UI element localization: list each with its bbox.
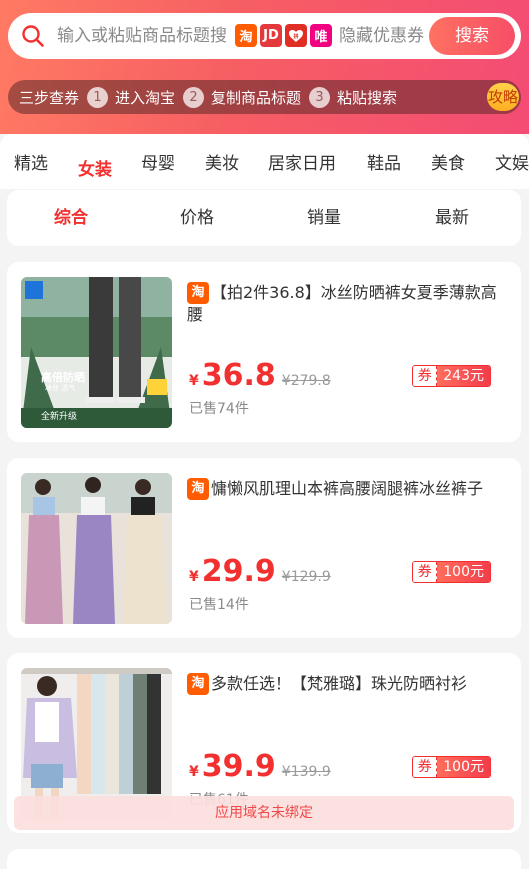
currency-symbol: ¥ xyxy=(189,764,199,780)
pinduoduo-badge: 拼 xyxy=(285,24,307,47)
jd-badge: JD xyxy=(260,24,282,47)
search-bar[interactable]: 输入或粘贴商品标题搜 淘 JD 拼 唯 隐藏优惠券 搜索 xyxy=(8,13,521,59)
sort-overall[interactable]: 综合 xyxy=(54,190,88,246)
coupon-badge[interactable]: 券 243元 xyxy=(412,365,491,387)
step-number-1: 1 xyxy=(87,86,109,108)
product-card[interactable]: 高倍防晒 冰丝 透气 全新升级 淘【拍2件36.8】冰丝防晒裤女夏季薄款高腰 ¥… xyxy=(7,262,521,442)
coupon-badge[interactable]: 券 100元 xyxy=(412,561,491,583)
coupon-icon: 券 xyxy=(413,366,438,386)
tab-featured[interactable]: 精选 xyxy=(14,149,48,174)
tab-home[interactable]: 居家日用 xyxy=(268,149,336,174)
tab-baby[interactable]: 母婴 xyxy=(141,149,175,174)
next-card-edge xyxy=(7,849,521,869)
search-input[interactable]: 输入或粘贴商品标题搜 xyxy=(57,13,227,59)
product-image[interactable] xyxy=(21,473,172,624)
currency-symbol: ¥ xyxy=(189,569,199,585)
coupon-icon: 券 xyxy=(413,757,438,777)
thumb-text-2: 冰丝 透气 xyxy=(45,384,76,392)
sold-count: 已售74件 xyxy=(189,401,249,417)
sort-bar: 综合 价格 销量 最新 xyxy=(7,190,521,246)
taobao-tag: 淘 xyxy=(187,478,209,500)
product-card[interactable]: 淘慵懒风肌理山本裤高腰阔腿裤冰丝裤子 ¥29.9 ¥129.9 券 100元 已售… xyxy=(7,458,521,638)
steps-intro: 三步查券 xyxy=(19,88,80,107)
header: 输入或粘贴商品标题搜 淘 JD 拼 唯 隐藏优惠券 搜索 三步查券 1 进入淘宝… xyxy=(0,0,529,134)
coupon-icon: 券 xyxy=(413,562,438,582)
product-title-text: 多款任选！【梵雅璐】珠光防晒衬衫 xyxy=(211,674,468,693)
coupon-value: 243元 xyxy=(437,366,490,386)
taobao-tag: 淘 xyxy=(187,673,209,695)
sort-newest[interactable]: 最新 xyxy=(435,190,469,246)
sold-count: 已售14件 xyxy=(189,597,249,613)
svg-text:拼: 拼 xyxy=(292,33,298,40)
vip-badge: 唯 xyxy=(310,24,332,47)
domain-unbound-toast: 应用域名未绑定 xyxy=(14,796,514,830)
product-title-text: 【拍2件36.8】冰丝防晒裤女夏季薄款高腰 xyxy=(187,283,497,324)
product-title[interactable]: 淘慵懒风肌理山本裤高腰阔腿裤冰丝裤子 xyxy=(187,478,503,500)
guide-button[interactable]: 攻略 xyxy=(487,83,519,111)
original-price: ¥129.9 xyxy=(281,569,331,585)
taobao-badge: 淘 xyxy=(235,24,257,47)
price: 29.9 xyxy=(201,554,276,589)
taobao-tag: 淘 xyxy=(187,282,209,304)
product-title[interactable]: 淘多款任选！【梵雅璐】珠光防晒衬衫 xyxy=(187,673,503,695)
tab-entertainment[interactable]: 文娱 xyxy=(495,149,529,174)
sort-sales[interactable]: 销量 xyxy=(307,190,341,246)
step-number-2: 2 xyxy=(183,86,205,108)
tab-shoes[interactable]: 鞋品 xyxy=(367,149,401,174)
tab-women[interactable]: 女装 xyxy=(78,155,112,180)
step-number-3: 3 xyxy=(309,86,331,108)
platform-badges: 淘 JD 拼 唯 xyxy=(235,24,332,47)
steps-banner: 三步查券 1 进入淘宝 2 复制商品标题 3 粘贴搜索 攻略 xyxy=(8,80,521,114)
price: 36.8 xyxy=(201,358,276,393)
search-button[interactable]: 搜索 xyxy=(429,17,515,55)
tab-beauty[interactable]: 美妆 xyxy=(205,149,239,174)
search-icon xyxy=(21,24,45,48)
price-row: ¥36.8 ¥279.8 xyxy=(189,358,331,393)
price: 39.9 xyxy=(201,749,276,784)
original-price: ¥279.8 xyxy=(281,373,331,389)
step-label-2: 复制商品标题 xyxy=(211,88,302,107)
product-image[interactable]: 高倍防晒 冰丝 透气 全新升级 xyxy=(21,277,172,428)
hidden-coupon-text: 隐藏优惠券 xyxy=(339,26,424,46)
product-title[interactable]: 淘【拍2件36.8】冰丝防晒裤女夏季薄款高腰 xyxy=(187,282,503,326)
tab-food[interactable]: 美食 xyxy=(431,149,465,174)
category-tabs: 精选 女装 母婴 美妆 居家日用 鞋品 美食 文娱 xyxy=(0,134,529,189)
step-label-3: 粘贴搜索 xyxy=(337,88,398,107)
currency-symbol: ¥ xyxy=(189,373,199,389)
coupon-badge[interactable]: 券 100元 xyxy=(412,756,491,778)
heart-icon: 拼 xyxy=(289,29,303,42)
step-label-1: 进入淘宝 xyxy=(115,88,176,107)
price-row: ¥29.9 ¥129.9 xyxy=(189,554,331,589)
coupon-value: 100元 xyxy=(437,562,490,582)
sort-price[interactable]: 价格 xyxy=(180,190,214,246)
product-title-text: 慵懒风肌理山本裤高腰阔腿裤冰丝裤子 xyxy=(211,479,484,498)
thumb-text-3: 全新升级 xyxy=(41,412,78,422)
price-row: ¥39.9 ¥139.9 xyxy=(189,749,331,784)
coupon-value: 100元 xyxy=(437,757,490,777)
original-price: ¥139.9 xyxy=(281,764,331,780)
